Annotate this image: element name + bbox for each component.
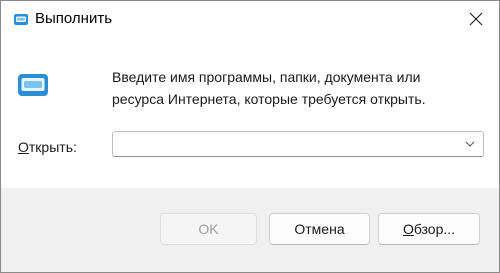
open-combobox[interactable] [112,131,484,157]
open-label-text: ткрыть: [28,139,77,155]
cancel-button[interactable]: Отмена [269,213,370,245]
browse-mnemonic: О [402,221,414,237]
close-icon [469,12,483,26]
browse-label: бзор... [413,221,456,237]
open-input[interactable] [117,134,447,154]
description-line-2: ресурса Интернета, которые требуется отк… [112,91,426,107]
description-line-1: Введите имя программы, папки, документа … [112,69,421,85]
run-dialog: Выполнить Введите имя программы, папки, … [0,0,500,273]
run-app-icon [13,11,29,27]
browse-button[interactable]: Обзор... [378,213,480,245]
open-label-mnemonic: О [18,139,29,155]
chevron-down-icon [465,141,475,147]
dropdown-button[interactable] [457,132,483,156]
window-title: Выполнить [35,10,113,27]
run-app-icon [17,73,49,97]
open-label: Открыть: [18,139,77,156]
ok-button[interactable]: OK [160,213,257,245]
close-button[interactable] [453,1,499,37]
title-bar[interactable]: Выполнить [1,1,499,37]
